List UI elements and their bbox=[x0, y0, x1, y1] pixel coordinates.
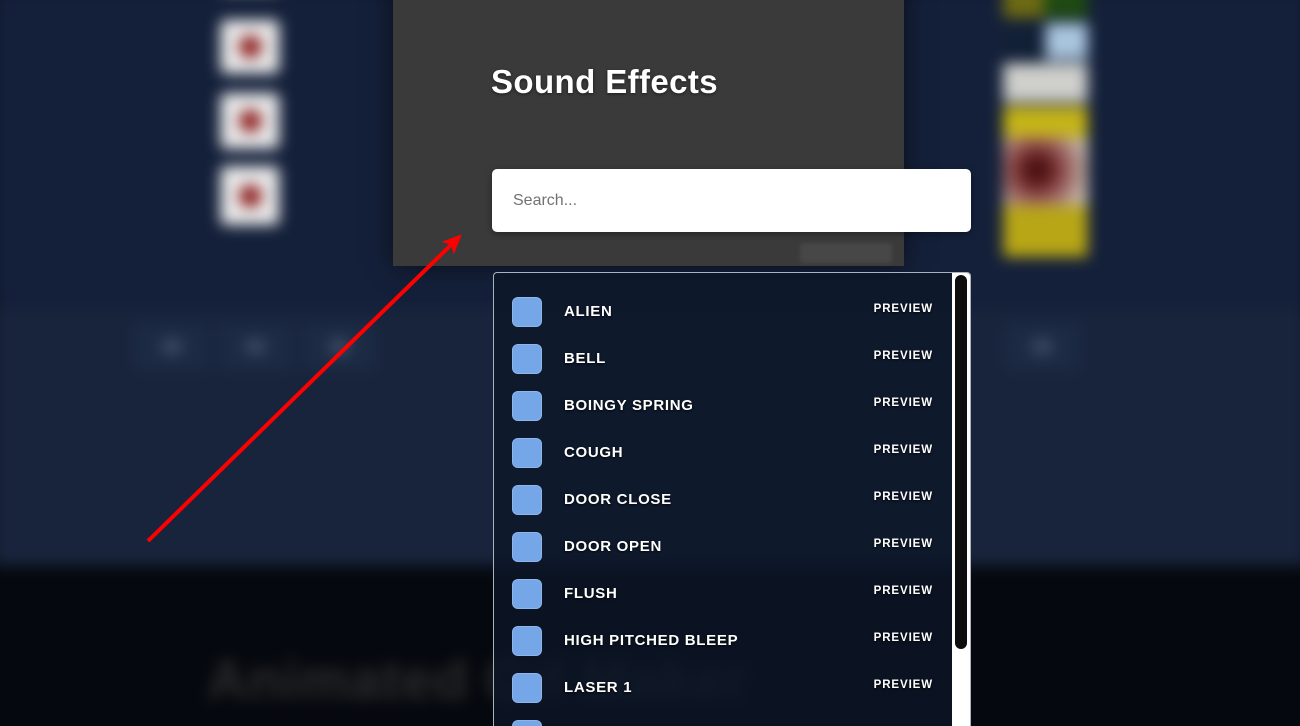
background-thumbnail bbox=[1003, 23, 1088, 60]
sound-effect-label: HIGH PITCHED BLEEP bbox=[564, 632, 739, 649]
preview-button[interactable]: PREVIEW bbox=[874, 679, 933, 691]
sound-swatch-icon[interactable] bbox=[512, 672, 542, 703]
sound-effect-row[interactable]: BELL PREVIEW bbox=[494, 335, 949, 382]
sound-effect-row[interactable]: LASER 2PREVIEW bbox=[494, 711, 949, 726]
background-thumbnail bbox=[1003, 0, 1088, 18]
sound-swatch-icon[interactable] bbox=[512, 390, 542, 421]
app-root: Animated Gif Maker Sound Effects ALIENPR… bbox=[0, 0, 1300, 726]
thumbnail-dot-icon bbox=[238, 109, 262, 133]
preview-button[interactable]: PREVIEW bbox=[874, 397, 933, 409]
thumbnail-dot-icon bbox=[238, 184, 262, 207]
sound-effects-list: ALIEN PREVIEW BELL PREVIEW BOINGY SPRING PREV… bbox=[494, 273, 949, 726]
background-thumbnail bbox=[1003, 63, 1088, 103]
sound-effect-row[interactable]: BOINGY SPRING PREVIEW bbox=[494, 382, 949, 429]
sound-effect-label: LASER 1 bbox=[564, 679, 633, 696]
background-thumbnail bbox=[1003, 137, 1088, 206]
search-input[interactable] bbox=[513, 191, 949, 210]
sound-effect-row[interactable]: DOOR CLOSE PREVIEW bbox=[494, 476, 949, 523]
sound-effect-row[interactable]: DOOR OPEN PREVIEW bbox=[494, 523, 949, 570]
thumbnail-dot-icon bbox=[238, 35, 262, 59]
sound-effect-label: ALIEN bbox=[564, 303, 613, 320]
sound-effect-label: BELL bbox=[564, 350, 606, 367]
background-toolbar-button bbox=[218, 322, 293, 371]
sound-effect-row[interactable]: LASER 1 PREVIEW bbox=[494, 664, 949, 711]
sound-effect-label: COUGH bbox=[564, 444, 624, 461]
sound-effects-dropdown: ALIEN PREVIEW BELL PREVIEW BOINGY SPRING PREV… bbox=[493, 272, 971, 726]
preview-button[interactable]: PREVIEW bbox=[874, 538, 933, 550]
toolbar-glyph-icon bbox=[328, 339, 350, 354]
page-title: Sound Effects bbox=[491, 63, 719, 100]
preview-button[interactable]: PREVIEW bbox=[874, 585, 933, 597]
toolbar-glyph-icon bbox=[161, 339, 183, 354]
search-box[interactable] bbox=[492, 169, 971, 232]
background-thumbnail bbox=[1003, 205, 1088, 257]
background-toolbar-button bbox=[135, 322, 210, 371]
sound-effect-label: FLUSH bbox=[564, 585, 618, 602]
sound-swatch-icon[interactable] bbox=[512, 719, 542, 726]
sound-swatch-icon[interactable] bbox=[512, 484, 542, 515]
sound-effect-label: DOOR CLOSE bbox=[564, 491, 672, 508]
background-toolbar-button bbox=[301, 322, 377, 371]
background-thumbnail bbox=[220, 166, 280, 225]
preview-button[interactable]: PREVIEW bbox=[874, 491, 933, 503]
sound-swatch-icon[interactable] bbox=[512, 625, 542, 656]
toolbar-glyph-icon bbox=[1032, 339, 1053, 354]
background-thumbnail bbox=[220, 93, 280, 149]
sound-effect-row[interactable]: COUGH PREVIEW bbox=[494, 429, 949, 476]
sound-swatch-icon[interactable] bbox=[512, 343, 542, 374]
preview-button[interactable]: PREVIEW bbox=[874, 350, 933, 362]
dropdown-scrollbar-thumb[interactable] bbox=[955, 275, 967, 649]
modal-secondary-button[interactable] bbox=[800, 243, 892, 263]
background-thumbnail bbox=[220, 20, 280, 74]
sound-effect-label: DOOR OPEN bbox=[564, 538, 662, 555]
preview-button[interactable]: PREVIEW bbox=[874, 303, 933, 315]
preview-button[interactable]: PREVIEW bbox=[874, 632, 933, 644]
sound-effect-row[interactable]: FLUSH PREVIEW bbox=[494, 570, 949, 617]
sound-effect-label: BOINGY SPRING bbox=[564, 397, 694, 414]
background-toolbar-button bbox=[1005, 322, 1080, 371]
sound-effect-row[interactable]: HIGH PITCHED BLEEP PREVIEW bbox=[494, 617, 949, 664]
sound-swatch-icon[interactable] bbox=[512, 531, 542, 562]
toolbar-glyph-icon bbox=[245, 339, 266, 354]
background-thumbnail bbox=[1003, 106, 1088, 138]
sound-swatch-icon[interactable] bbox=[512, 437, 542, 468]
sound-swatch-icon[interactable] bbox=[512, 578, 542, 609]
sound-effect-row[interactable]: ALIEN PREVIEW bbox=[494, 288, 949, 335]
dropdown-scrollbar-track[interactable] bbox=[952, 273, 970, 726]
sound-swatch-icon[interactable] bbox=[512, 296, 542, 327]
preview-button[interactable]: PREVIEW bbox=[874, 444, 933, 456]
